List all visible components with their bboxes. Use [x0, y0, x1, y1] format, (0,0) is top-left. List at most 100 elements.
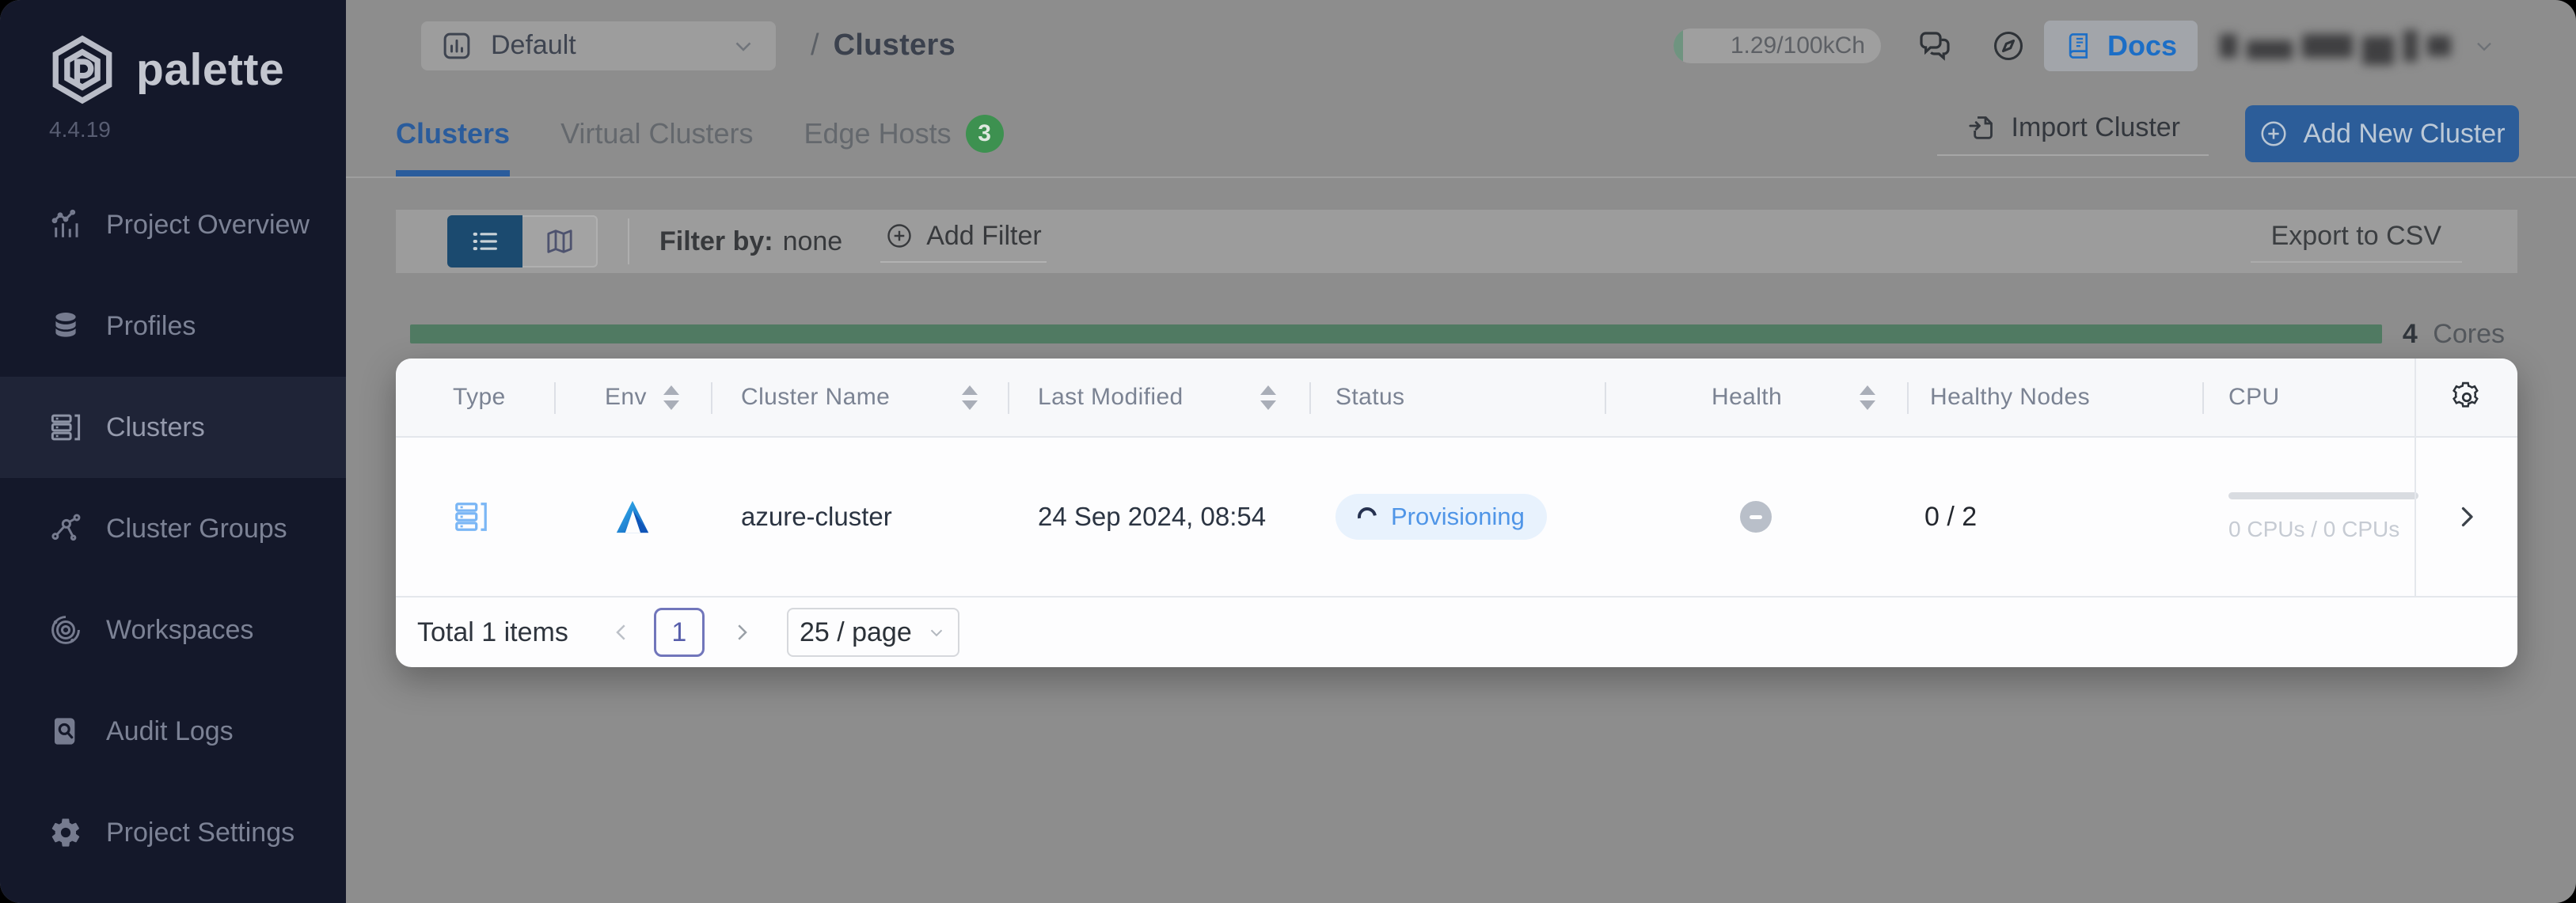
chat-icon[interactable]: [1916, 27, 1954, 65]
column-label: Cluster Name: [741, 384, 890, 411]
tab-clusters[interactable]: Clusters: [396, 91, 510, 176]
app-window: palette 4.4.19 Project Overview Profiles: [0, 0, 2576, 903]
column-label: Healthy Nodes: [1930, 384, 2090, 411]
column-label: CPU: [2228, 384, 2280, 411]
plus-circle-icon: [2259, 119, 2289, 149]
cpu-usage: 0 CPUs / 0 CPUs: [2228, 492, 2418, 542]
table-settings-gear-icon[interactable]: [2449, 380, 2484, 415]
sidebar-item-profiles[interactable]: Profiles: [0, 275, 346, 377]
sort-icon[interactable]: [663, 385, 679, 410]
map-view-icon: [544, 226, 576, 257]
cell-cluster-name[interactable]: azure-cluster: [711, 438, 1008, 596]
app-version: 4.4.19: [49, 117, 346, 142]
tab-edge-hosts[interactable]: Edge Hosts 3: [804, 91, 1003, 176]
column-header-health[interactable]: Health: [1605, 359, 1907, 436]
pagination-row: Total 1 items 1 25 / page: [396, 596, 2517, 667]
capacity-label: 4 Cores: [2403, 319, 2505, 350]
export-to-csv-button[interactable]: Export to CSV: [2251, 221, 2462, 263]
cell-health: [1605, 438, 1907, 596]
spinner-icon: [1354, 503, 1380, 529]
sidebar-item-project-settings[interactable]: Project Settings: [0, 782, 346, 883]
sidebar-item-label: Project Settings: [106, 818, 294, 848]
column-header-healthy-nodes: Healthy Nodes: [1907, 359, 2202, 436]
filter-by-value: none: [783, 226, 843, 257]
sidebar-item-label: Workspaces: [106, 615, 253, 646]
import-icon: [1966, 112, 1997, 143]
project-selector[interactable]: Default: [421, 21, 776, 70]
table-row[interactable]: azure-cluster 24 Sep 2024, 08:54 Provisi…: [396, 438, 2517, 596]
column-header-type: Type: [396, 359, 554, 436]
sidebar-item-project-overview[interactable]: Project Overview: [0, 174, 346, 275]
azure-icon: [615, 499, 650, 535]
column-label: Env: [605, 384, 647, 411]
status-badge: Provisioning: [1335, 494, 1547, 540]
import-cluster-label: Import Cluster: [2012, 112, 2181, 143]
column-header-status: Status: [1309, 359, 1605, 436]
import-cluster-button[interactable]: Import Cluster: [1937, 112, 2209, 156]
chevron-down-icon: [926, 622, 947, 643]
sidebar-item-cluster-groups[interactable]: Cluster Groups: [0, 478, 346, 579]
user-menu[interactable]: [2220, 27, 2451, 65]
capacity-usage-bar: [410, 324, 2382, 343]
sidebar-item-label: Audit Logs: [106, 716, 234, 747]
compass-icon[interactable]: [1990, 28, 2027, 64]
page-number-button[interactable]: 1: [654, 608, 705, 657]
page-size-selector[interactable]: 25 / page: [787, 608, 959, 657]
tab-virtual-clusters[interactable]: Virtual Clusters: [560, 91, 753, 176]
add-new-cluster-button[interactable]: Add New Cluster: [2245, 105, 2519, 162]
sidebar-item-workspaces[interactable]: Workspaces: [0, 579, 346, 681]
add-new-cluster-label: Add New Cluster: [2303, 119, 2505, 150]
breadcrumb-separator: /: [811, 28, 819, 63]
project-scope-icon: [440, 29, 473, 63]
sort-icon[interactable]: [962, 385, 978, 410]
sidebar-item-audit-logs[interactable]: Audit Logs: [0, 681, 346, 782]
health-unknown-icon: [1740, 501, 1772, 533]
add-filter-button[interactable]: Add Filter: [880, 221, 1047, 263]
map-view-button[interactable]: [522, 215, 598, 267]
user-menu-chevron-icon[interactable]: [2472, 33, 2497, 59]
sidebar-nav: Project Overview Profiles Cluste: [0, 174, 346, 883]
tabs: Clusters Virtual Clusters Edge Hosts 3: [396, 91, 1004, 176]
column-label: Type: [453, 384, 506, 411]
cell-env: [554, 438, 711, 596]
sidebar-item-label: Project Overview: [106, 210, 310, 241]
clusters-table: Type Env Cluster Name Last Modified: [396, 359, 2517, 667]
previous-page-icon[interactable]: [610, 620, 633, 644]
status-label: Provisioning: [1391, 503, 1525, 531]
table-header-row: Type Env Cluster Name Last Modified: [396, 359, 2517, 438]
column-header-last-modified[interactable]: Last Modified: [1008, 359, 1309, 436]
sidebar-item-clusters[interactable]: Clusters: [0, 377, 346, 478]
sort-icon[interactable]: [1860, 385, 1875, 410]
column-header-cluster-name[interactable]: Cluster Name: [711, 359, 1008, 436]
cell-status: Provisioning: [1309, 438, 1605, 596]
project-selector-value: Default: [491, 30, 730, 61]
column-header-settings: [2415, 359, 2517, 436]
cell-healthy-nodes: 0 / 2: [1907, 438, 2202, 596]
view-toggle: [447, 215, 598, 267]
pagination-total: Total 1 items: [417, 617, 568, 648]
chevron-right-icon[interactable]: [2453, 503, 2481, 531]
column-label: Health: [1712, 384, 1782, 411]
tab-label: Edge Hosts: [804, 117, 951, 150]
column-header-env[interactable]: Env: [554, 359, 711, 436]
cpu-usage-value: 0 CPUs / 0 CPUs: [2228, 517, 2418, 542]
sidebar: palette 4.4.19 Project Overview Profiles: [0, 0, 346, 903]
profiles-icon: [49, 309, 82, 343]
edge-hosts-count-badge: 3: [966, 115, 1004, 153]
docs-button[interactable]: Docs: [2044, 21, 2198, 71]
list-view-button[interactable]: [447, 215, 522, 267]
cluster-groups-icon: [49, 512, 82, 545]
breadcrumb-current: Clusters: [834, 28, 956, 63]
cell-cpu: 0 CPUs / 0 CPUs: [2202, 438, 2415, 596]
column-header-cpu: CPU: [2202, 359, 2415, 436]
content: Filter by: none Add Filter Export to CSV…: [346, 178, 2576, 903]
cluster-name[interactable]: azure-cluster: [741, 502, 892, 532]
cell-type: [396, 438, 554, 596]
tab-label: Virtual Clusters: [560, 117, 753, 150]
sidebar-item-label: Clusters: [106, 412, 205, 443]
next-page-icon[interactable]: [730, 620, 754, 644]
sort-icon[interactable]: [1260, 385, 1276, 410]
clusters-icon: [49, 411, 82, 444]
brand-logo: palette: [46, 33, 346, 106]
sidebar-item-label: Cluster Groups: [106, 514, 287, 544]
